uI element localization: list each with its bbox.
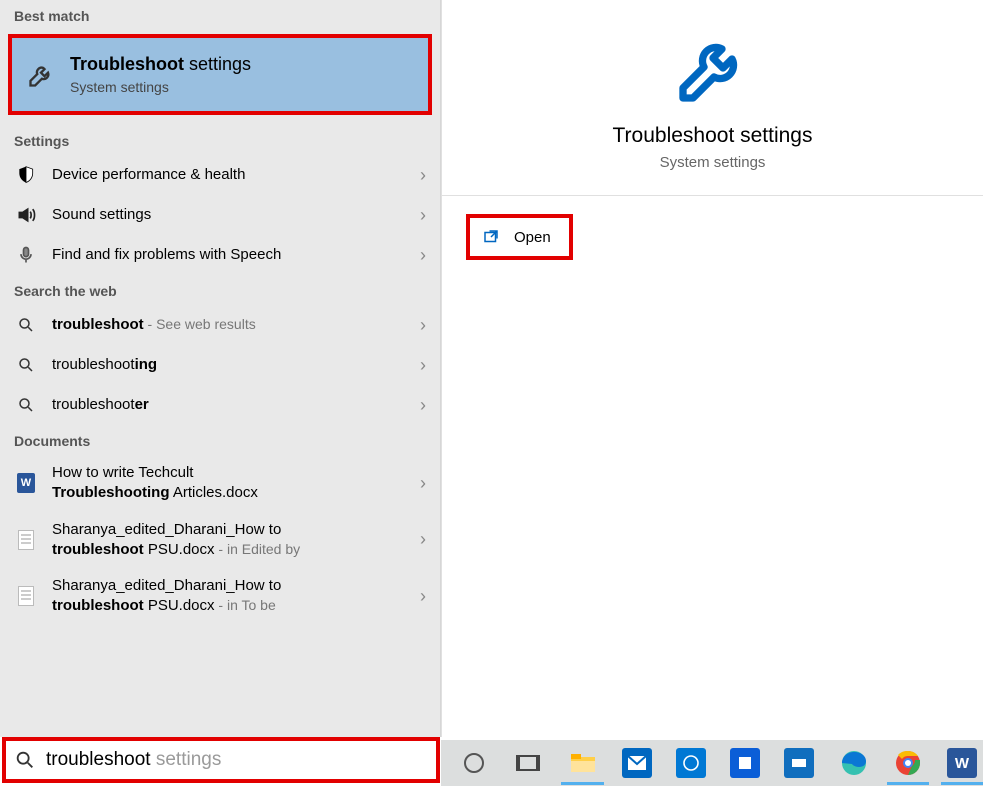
highlight-box-best-match: Troubleshoot settings System settings	[8, 34, 432, 115]
document-row-1[interactable]: How to write Techcult Troubleshooting Ar…	[0, 455, 440, 512]
document-row-label: Sharanya_edited_Dharani_How to troublesh…	[52, 576, 412, 617]
search-icon	[14, 749, 36, 771]
chevron-right-icon: ›	[420, 586, 426, 607]
settings-row-speech[interactable]: Find and fix problems with Speech ›	[0, 235, 440, 275]
word-document-icon	[14, 471, 38, 495]
search-results-panel: Best match Troubleshoot settings System …	[0, 0, 441, 737]
web-row-troubleshooter[interactable]: troubleshooter ›	[0, 385, 440, 425]
settings-row-device-performance[interactable]: Device performance & health ›	[0, 155, 440, 195]
chevron-right-icon: ›	[420, 529, 426, 550]
shield-icon	[14, 163, 38, 187]
search-icon	[14, 353, 38, 377]
settings-row-label: Find and fix problems with Speech	[52, 245, 412, 265]
chevron-right-icon: ›	[420, 205, 426, 226]
document-row-label: Sharanya_edited_Dharani_How to troublesh…	[52, 520, 412, 561]
settings-row-label: Device performance & health	[52, 165, 412, 185]
section-header-documents: Documents	[0, 425, 440, 455]
web-row-troubleshooting[interactable]: troubleshooting ›	[0, 345, 440, 385]
open-icon	[482, 228, 500, 246]
taskbar-edge-button[interactable]	[832, 741, 874, 785]
document-row-3[interactable]: Sharanya_edited_Dharani_How to troublesh…	[0, 568, 440, 625]
taskbar-mail-button[interactable]	[616, 741, 658, 785]
chevron-right-icon: ›	[420, 473, 426, 494]
open-button[interactable]: Open	[470, 218, 569, 256]
search-box[interactable]: troubleshoot settings	[2, 737, 440, 783]
preview-panel: Troubleshoot settings System settings Op…	[441, 0, 983, 737]
document-row-label: How to write Techcult Troubleshooting Ar…	[52, 463, 412, 504]
taskbar: W	[441, 740, 983, 786]
taskbar-app-button[interactable]	[778, 741, 820, 785]
wrench-icon	[673, 28, 753, 108]
open-button-label: Open	[514, 229, 551, 246]
preview-subtitle: System settings	[442, 154, 983, 171]
document-icon	[14, 584, 38, 608]
settings-row-sound[interactable]: Sound settings ›	[0, 195, 440, 235]
best-match-label: Troubleshoot settings System settings	[70, 52, 414, 97]
taskbar-app-button[interactable]	[724, 741, 766, 785]
search-input[interactable]	[46, 749, 356, 771]
document-icon	[14, 528, 38, 552]
preview-header: Troubleshoot settings System settings	[442, 0, 983, 171]
taskbar-word-button[interactable]: W	[941, 741, 983, 785]
taskbar-task-view-button[interactable]	[507, 741, 549, 785]
chevron-right-icon: ›	[420, 165, 426, 186]
web-row-label: troubleshooting	[52, 355, 412, 375]
highlight-box-open: Open	[466, 214, 573, 260]
preview-title: Troubleshoot settings	[442, 124, 983, 148]
web-row-label: troubleshooter	[52, 395, 412, 415]
web-row-troubleshoot[interactable]: troubleshoot - See web results ›	[0, 305, 440, 345]
best-match-result[interactable]: Troubleshoot settings System settings	[12, 38, 428, 111]
chevron-right-icon: ›	[420, 245, 426, 266]
divider	[442, 195, 983, 196]
section-header-settings: Settings	[0, 125, 440, 155]
chevron-right-icon: ›	[420, 355, 426, 376]
taskbar-file-explorer-button[interactable]	[561, 741, 603, 785]
settings-row-label: Sound settings	[52, 205, 412, 225]
document-row-2[interactable]: Sharanya_edited_Dharani_How to troublesh…	[0, 512, 440, 569]
search-icon	[14, 313, 38, 337]
wrench-icon	[26, 60, 56, 90]
taskbar-cortana-button[interactable]	[453, 741, 495, 785]
search-icon	[14, 393, 38, 417]
microphone-icon	[14, 243, 38, 267]
chevron-right-icon: ›	[420, 315, 426, 336]
section-header-web: Search the web	[0, 275, 440, 305]
taskbar-app-dell-button[interactable]	[670, 741, 712, 785]
web-row-label: troubleshoot - See web results	[52, 315, 412, 335]
section-header-best-match: Best match	[0, 0, 440, 30]
taskbar-chrome-button[interactable]	[887, 741, 929, 785]
chevron-right-icon: ›	[420, 395, 426, 416]
speaker-icon	[14, 203, 38, 227]
